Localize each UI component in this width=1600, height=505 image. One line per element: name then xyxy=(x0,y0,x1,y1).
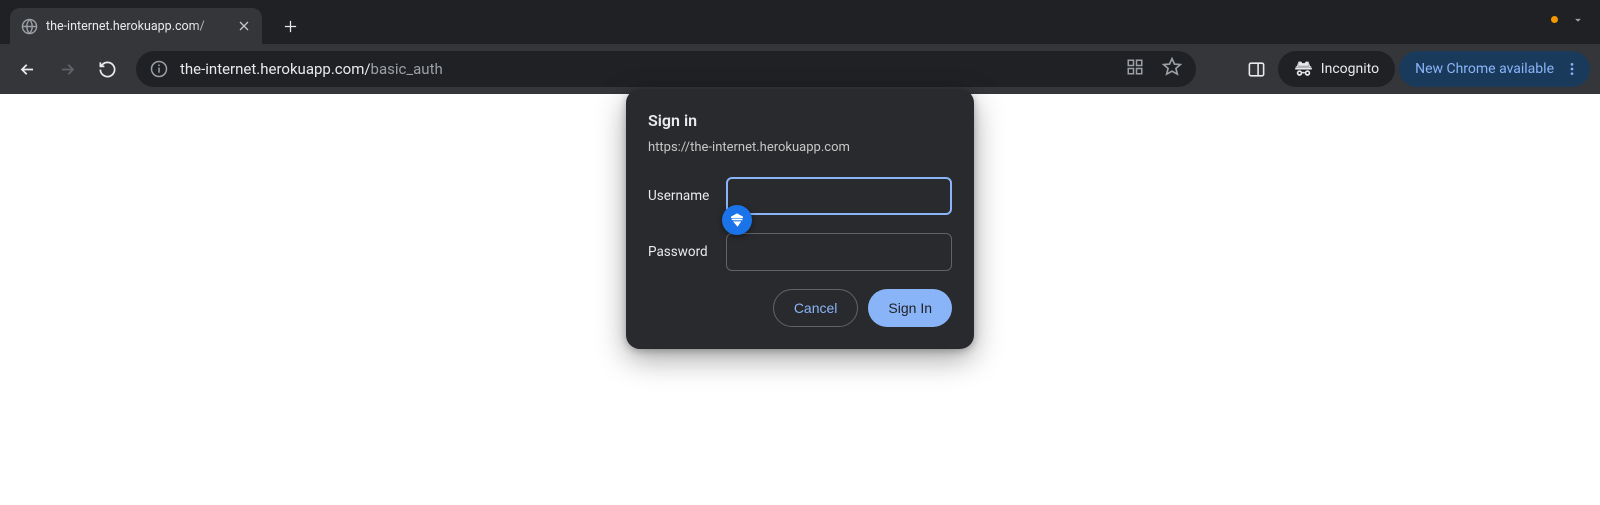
tab-strip: the-internet.herokuapp.com/ xyxy=(0,0,1600,44)
browser-tab[interactable]: the-internet.herokuapp.com/ xyxy=(10,8,262,44)
incognito-indicator[interactable]: Incognito xyxy=(1278,51,1395,87)
forward-button[interactable] xyxy=(50,52,84,86)
update-chrome-button[interactable]: New Chrome available xyxy=(1399,51,1590,87)
dialog-origin: https://the-internet.herokuapp.com xyxy=(648,140,952,155)
bookmark-icon[interactable] xyxy=(1162,57,1182,81)
toolbar: the-internet.herokuapp.com/basic_auth xyxy=(0,44,1600,94)
tab-search-button[interactable] xyxy=(1564,6,1592,34)
password-input[interactable] xyxy=(726,233,952,271)
kebab-menu-icon[interactable] xyxy=(1564,61,1580,77)
install-icon[interactable] xyxy=(1126,58,1144,80)
address-bar[interactable]: the-internet.herokuapp.com/basic_auth xyxy=(136,51,1196,87)
page-viewport: Sign in https://the-internet.herokuapp.c… xyxy=(0,94,1600,505)
password-label: Password xyxy=(648,244,726,260)
password-manager-icon[interactable] xyxy=(722,205,752,235)
update-label: New Chrome available xyxy=(1415,61,1554,77)
url-text: the-internet.herokuapp.com/basic_auth xyxy=(180,60,443,78)
globe-icon xyxy=(20,17,38,35)
username-label: Username xyxy=(648,188,726,204)
signin-button[interactable]: Sign In xyxy=(868,289,952,327)
close-icon[interactable] xyxy=(236,18,252,34)
incognito-icon xyxy=(1294,58,1313,81)
new-tab-button[interactable] xyxy=(276,12,304,40)
dialog-title: Sign in xyxy=(648,111,952,130)
notification-dot-icon xyxy=(1551,16,1558,23)
auth-dialog: Sign in https://the-internet.herokuapp.c… xyxy=(626,89,974,349)
site-info-icon[interactable] xyxy=(150,60,168,78)
incognito-label: Incognito xyxy=(1321,61,1379,77)
reload-button[interactable] xyxy=(90,52,124,86)
back-button[interactable] xyxy=(10,52,44,86)
tab-title: the-internet.herokuapp.com/ xyxy=(46,19,228,34)
side-panel-button[interactable] xyxy=(1240,52,1274,86)
username-input[interactable] xyxy=(726,177,952,215)
cancel-button[interactable]: Cancel xyxy=(773,289,859,327)
